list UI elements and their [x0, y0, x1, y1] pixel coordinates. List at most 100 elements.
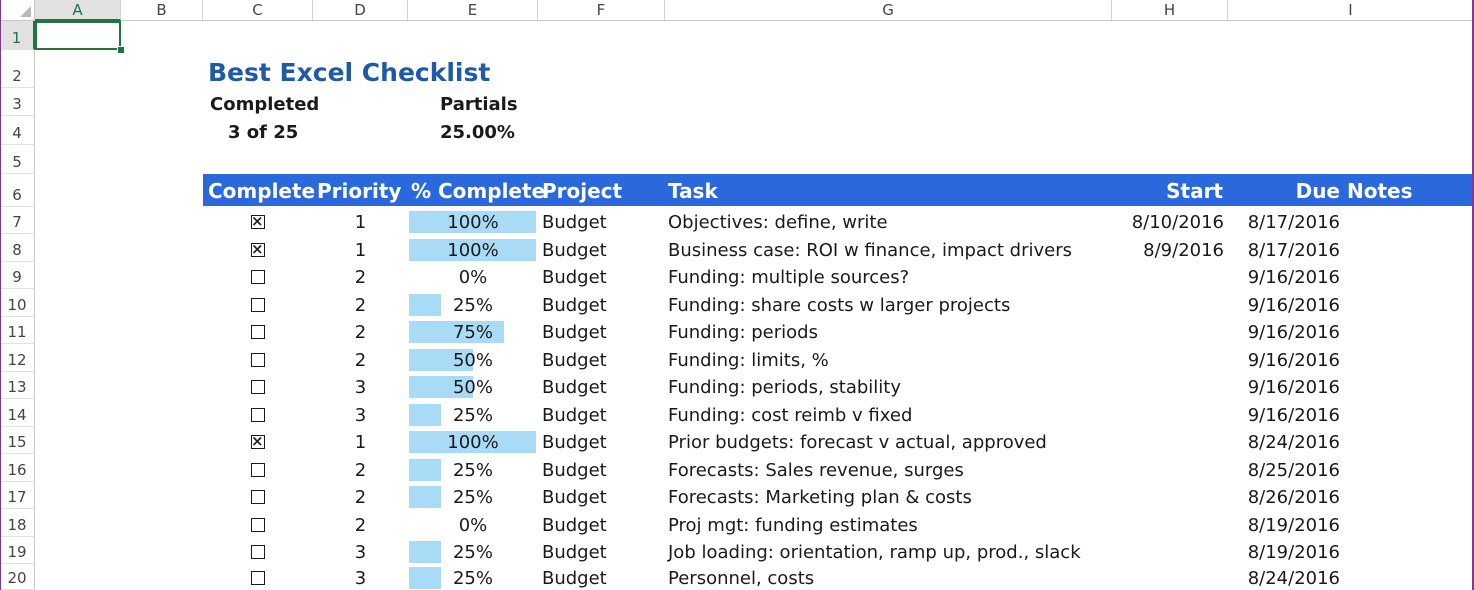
row-header-12[interactable]: 12: [0, 344, 35, 372]
pct-complete-cell[interactable]: 25%: [408, 564, 538, 590]
start-date-cell[interactable]: 8/10/2016: [1112, 207, 1224, 234]
due-date-cell[interactable]: 8/19/2016: [1228, 509, 1340, 537]
header-pct-complete[interactable]: % Complete: [411, 174, 545, 206]
project-cell[interactable]: Budget: [542, 509, 607, 537]
start-date-cell[interactable]: [1112, 262, 1224, 289]
project-cell[interactable]: Budget: [542, 482, 607, 509]
pct-complete-cell[interactable]: 25%: [408, 454, 538, 482]
checked-checkbox[interactable]: [251, 435, 265, 449]
task-cell[interactable]: Funding: periods: [668, 317, 818, 344]
project-cell[interactable]: Budget: [542, 537, 607, 564]
priority-cell[interactable]: 1: [313, 427, 408, 454]
due-date-cell[interactable]: 8/25/2016: [1228, 454, 1340, 482]
row-header-19[interactable]: 19: [0, 537, 35, 564]
start-date-cell[interactable]: 8/9/2016: [1112, 234, 1224, 262]
row-header-7[interactable]: 7: [0, 207, 35, 234]
task-cell[interactable]: Funding: cost reimb v fixed: [668, 399, 912, 427]
start-date-cell[interactable]: [1112, 289, 1224, 317]
column-header-f[interactable]: F: [538, 0, 665, 21]
column-header-i[interactable]: I: [1228, 0, 1474, 21]
column-header-a[interactable]: A: [35, 0, 121, 21]
task-cell[interactable]: Prior budgets: forecast v actual, approv…: [668, 427, 1047, 454]
row-header-1[interactable]: 1: [0, 21, 35, 50]
due-date-cell[interactable]: 9/16/2016: [1228, 289, 1340, 317]
row-header-17[interactable]: 17: [0, 482, 35, 509]
checked-checkbox[interactable]: [251, 215, 265, 229]
checked-checkbox[interactable]: [251, 243, 265, 257]
priority-cell[interactable]: 3: [313, 399, 408, 427]
row-header-16[interactable]: 16: [0, 454, 35, 482]
due-date-cell[interactable]: 8/19/2016: [1228, 537, 1340, 564]
due-date-cell[interactable]: 9/16/2016: [1228, 262, 1340, 289]
header-priority[interactable]: Priority: [317, 174, 401, 206]
start-date-cell[interactable]: [1112, 344, 1224, 372]
priority-cell[interactable]: 2: [313, 344, 408, 372]
due-date-cell[interactable]: 8/17/2016: [1228, 207, 1340, 234]
header-task[interactable]: Task: [668, 174, 718, 206]
row-header-8[interactable]: 8: [0, 234, 35, 262]
task-cell[interactable]: Proj mgt: funding estimates: [668, 509, 918, 537]
row-header-5[interactable]: 5: [0, 145, 35, 174]
pct-complete-cell[interactable]: 25%: [408, 482, 538, 509]
row-header-13[interactable]: 13: [0, 372, 35, 399]
row-header-6[interactable]: 6: [0, 174, 35, 207]
priority-cell[interactable]: 2: [313, 289, 408, 317]
project-cell[interactable]: Budget: [542, 317, 607, 344]
priority-cell[interactable]: 2: [313, 262, 408, 289]
pct-complete-cell[interactable]: 0%: [408, 509, 538, 537]
unchecked-checkbox[interactable]: [251, 518, 265, 532]
project-cell[interactable]: Budget: [542, 289, 607, 317]
start-date-cell[interactable]: [1112, 482, 1224, 509]
row-header-2[interactable]: 2: [0, 50, 35, 88]
task-cell[interactable]: Forecasts: Sales revenue, surges: [668, 454, 964, 482]
start-date-cell[interactable]: [1112, 372, 1224, 399]
project-cell[interactable]: Budget: [542, 234, 607, 262]
due-date-cell[interactable]: 9/16/2016: [1228, 317, 1340, 344]
row-header-3[interactable]: 3: [0, 88, 35, 116]
pct-complete-cell[interactable]: 100%: [408, 207, 538, 234]
priority-cell[interactable]: 1: [313, 234, 408, 262]
header-notes[interactable]: Notes: [1347, 174, 1413, 206]
column-header-h[interactable]: H: [1112, 0, 1228, 21]
project-cell[interactable]: Budget: [542, 207, 607, 234]
unchecked-checkbox[interactable]: [251, 408, 265, 422]
row-header-14[interactable]: 14: [0, 399, 35, 427]
unchecked-checkbox[interactable]: [251, 298, 265, 312]
priority-cell[interactable]: 2: [313, 509, 408, 537]
row-header-11[interactable]: 11: [0, 317, 35, 344]
row-header-10[interactable]: 10: [0, 289, 35, 317]
column-header-c[interactable]: C: [203, 0, 313, 21]
pct-complete-cell[interactable]: 50%: [408, 372, 538, 399]
header-due[interactable]: Due: [1228, 174, 1340, 206]
task-cell[interactable]: Objectives: define, write: [668, 207, 888, 234]
start-date-cell[interactable]: [1112, 317, 1224, 344]
column-header-b[interactable]: B: [121, 0, 203, 21]
priority-cell[interactable]: 2: [313, 482, 408, 509]
spreadsheet-grid[interactable]: A B C D E F G H I 1 2 3 4 5 6 7 8 9 10 1…: [0, 0, 1474, 590]
pct-complete-cell[interactable]: 50%: [408, 344, 538, 372]
column-header-e[interactable]: E: [408, 0, 538, 21]
due-date-cell[interactable]: 8/24/2016: [1228, 564, 1340, 590]
priority-cell[interactable]: 2: [313, 317, 408, 344]
pct-complete-cell[interactable]: 100%: [408, 427, 538, 454]
priority-cell[interactable]: 3: [313, 537, 408, 564]
task-cell[interactable]: Funding: multiple sources?: [668, 262, 909, 289]
pct-complete-cell[interactable]: 0%: [408, 262, 538, 289]
due-date-cell[interactable]: 9/16/2016: [1228, 399, 1340, 427]
due-date-cell[interactable]: 8/24/2016: [1228, 427, 1340, 454]
pct-complete-cell[interactable]: 25%: [408, 289, 538, 317]
due-date-cell[interactable]: 9/16/2016: [1228, 372, 1340, 399]
row-header-20[interactable]: 20: [0, 564, 35, 590]
header-start[interactable]: Start: [1112, 174, 1223, 206]
project-cell[interactable]: Budget: [542, 344, 607, 372]
header-complete[interactable]: Complete: [208, 174, 315, 206]
priority-cell[interactable]: 3: [313, 372, 408, 399]
project-cell[interactable]: Budget: [542, 262, 607, 289]
pct-complete-cell[interactable]: 100%: [408, 234, 538, 262]
task-cell[interactable]: Funding: periods, stability: [668, 372, 901, 399]
start-date-cell[interactable]: [1112, 509, 1224, 537]
unchecked-checkbox[interactable]: [251, 463, 265, 477]
select-all-corner[interactable]: [0, 0, 35, 21]
due-date-cell[interactable]: 8/17/2016: [1228, 234, 1340, 262]
header-project[interactable]: Project: [542, 174, 622, 206]
